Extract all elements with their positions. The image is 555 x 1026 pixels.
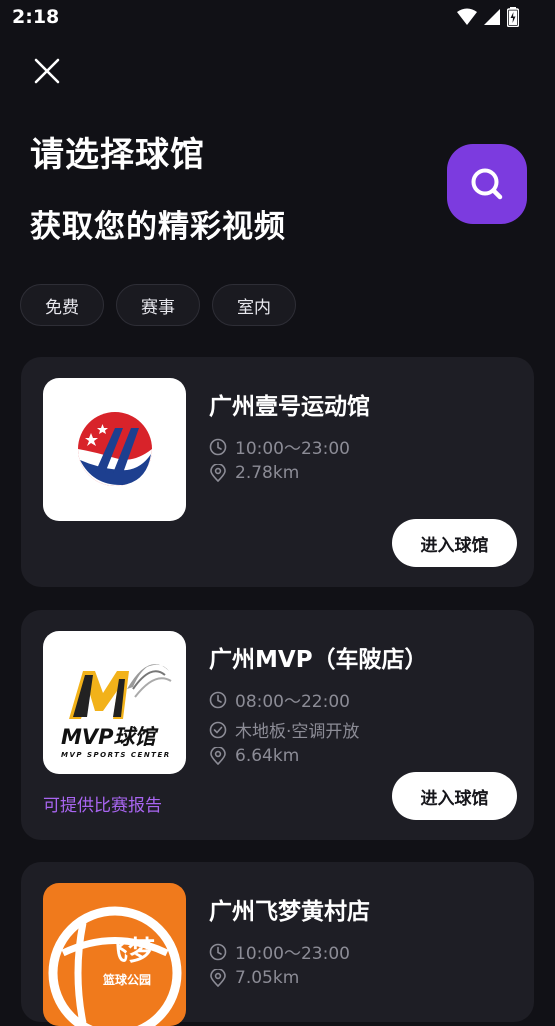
clock-icon — [209, 691, 227, 708]
venue-logo: MVP球馆 MVP SPORTS CENTER — [43, 631, 186, 774]
venue-logo-text: 飞梦 — [101, 936, 155, 967]
venue-logo-text: MVP球馆 — [61, 725, 156, 749]
venue-card[interactable]: 飞梦 篮球公园 广州飞梦黄村店 10:00～23:00 7.05km — [21, 862, 534, 1026]
venue-logo-emblem — [78, 412, 152, 486]
location-icon — [210, 969, 226, 987]
clock-icon — [209, 943, 227, 960]
filter-chip-free[interactable]: 免费 — [20, 284, 104, 326]
signal-icon — [484, 9, 500, 25]
venue-name: 广州MVP（车陂店） — [209, 647, 428, 673]
venue-distance-text: 6.64km — [235, 746, 300, 766]
filter-chip-indoor[interactable]: 室内 — [212, 284, 296, 326]
venue-logo — [43, 378, 186, 521]
match-report-label: 可提供比赛报告 — [43, 796, 162, 816]
venue-logo: 飞梦 篮球公园 — [43, 883, 186, 1026]
close-icon — [34, 58, 60, 84]
filter-chips: 免费 赛事 室内 — [20, 284, 296, 326]
location-icon — [210, 747, 226, 765]
venue-hours: 08:00～22:00 — [209, 687, 350, 712]
page-subtitle: 获取您的精彩视频 — [30, 209, 286, 245]
check-circle-icon — [209, 721, 227, 738]
enter-venue-button[interactable]: 进入球馆 — [392, 519, 517, 567]
venue-logo-subtext: MVP SPORTS CENTER — [61, 751, 171, 759]
status-icons — [457, 7, 519, 27]
venue-distance: 2.78km — [209, 463, 299, 483]
venue-hours-text: 10:00～23:00 — [235, 439, 350, 459]
page-title: 请选择球馆 — [30, 135, 205, 175]
venue-features-text: 木地板·空调开放 — [235, 722, 360, 742]
status-time: 2:18 — [12, 6, 60, 28]
wifi-icon — [457, 8, 477, 25]
location-icon — [210, 464, 226, 482]
venue-distance-text: 7.05km — [235, 968, 300, 988]
venue-distance: 6.64km — [209, 746, 299, 766]
venue-hours-text: 10:00～23:00 — [235, 944, 350, 964]
venue-distance: 7.05km — [209, 968, 299, 988]
venue-card[interactable]: 广州壹号运动馆 10:00～23:00 2.78km 进入球馆 — [21, 357, 534, 587]
close-button[interactable] — [28, 52, 66, 90]
search-icon — [471, 168, 503, 200]
venue-card[interactable]: MVP球馆 MVP SPORTS CENTER 广州MVP（车陂店） 08:00… — [21, 610, 534, 840]
venue-hours-text: 08:00～22:00 — [235, 692, 350, 712]
venue-hours: 10:00～23:00 — [209, 939, 350, 964]
venue-logo-subtext: 篮球公园 — [103, 973, 152, 987]
venue-hours: 10:00～23:00 — [209, 434, 350, 459]
venue-features: 木地板·空调开放 — [209, 717, 359, 742]
venue-name: 广州飞梦黄村店 — [209, 899, 370, 925]
clock-icon — [209, 438, 227, 455]
battery-icon — [507, 7, 519, 27]
filter-chip-events[interactable]: 赛事 — [116, 284, 200, 326]
enter-venue-button[interactable]: 进入球馆 — [392, 772, 517, 820]
venue-distance-text: 2.78km — [235, 463, 300, 483]
search-button[interactable] — [447, 144, 527, 224]
status-bar: 2:18 — [0, 0, 555, 34]
venue-name: 广州壹号运动馆 — [209, 394, 370, 420]
